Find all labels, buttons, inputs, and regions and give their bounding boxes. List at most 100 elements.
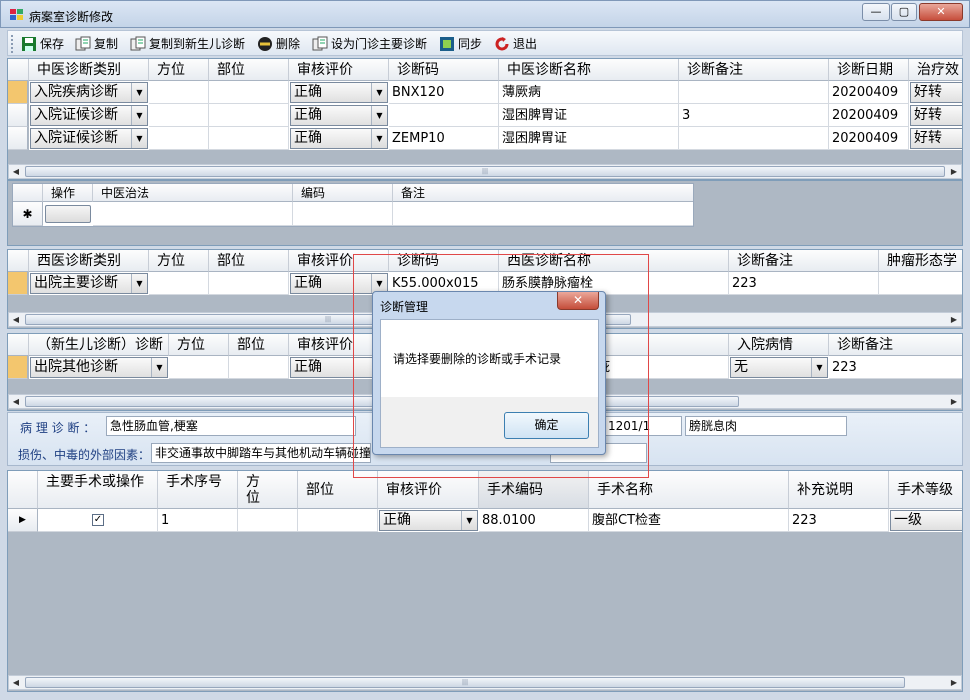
category-select[interactable]: 出院其他诊断 ▼	[30, 357, 168, 378]
chevron-down-icon[interactable]: ▼	[131, 129, 147, 148]
level-select[interactable]: 一级	[890, 510, 962, 531]
cell[interactable]: 20200409	[829, 104, 909, 127]
scroll-right-icon[interactable]: ▶	[947, 313, 961, 326]
chevron-down-icon[interactable]: ▼	[371, 106, 387, 125]
eval-select[interactable]: 正确 ▼	[290, 82, 388, 103]
row-header[interactable]	[8, 127, 28, 150]
cell[interactable]: 20200409	[829, 127, 909, 150]
col-header[interactable]: 方位	[238, 471, 298, 509]
col-header[interactable]: 中医治法	[93, 184, 293, 202]
row-header[interactable]	[8, 81, 28, 104]
col-header[interactable]: 治疗效	[909, 59, 962, 81]
col-header[interactable]: 部位	[209, 250, 289, 272]
cell[interactable]: 223	[829, 356, 962, 379]
delete-button[interactable]: 删除	[256, 34, 300, 54]
eval-select[interactable]: 正确 ▼	[290, 128, 388, 149]
scroll-right-icon[interactable]: ▶	[947, 676, 961, 689]
cell[interactable]: 88.0100	[479, 509, 589, 532]
toolbar-grip[interactable]	[11, 35, 14, 53]
effect-select[interactable]: 好转	[910, 128, 962, 149]
cell[interactable]	[679, 81, 829, 104]
dialog-close-button[interactable]: ✕	[557, 292, 599, 310]
col-header[interactable]: 操作	[43, 184, 93, 202]
col-header[interactable]: 部位	[209, 59, 289, 81]
cell[interactable]	[879, 272, 962, 295]
category-select[interactable]: 入院疾病诊断 ▼	[30, 82, 148, 103]
copy-to-newborn-button[interactable]: 复制到新生儿诊断	[129, 34, 245, 54]
row-header[interactable]	[8, 104, 28, 127]
col-header[interactable]: 中医诊断名称	[499, 59, 679, 81]
cell[interactable]	[209, 272, 289, 295]
cell[interactable]: 20200409	[829, 81, 909, 104]
chevron-down-icon[interactable]: ▼	[131, 106, 147, 125]
category-select[interactable]: 入院证候诊断 ▼	[30, 105, 148, 126]
scroll-right-icon[interactable]: ▶	[947, 395, 961, 408]
cell[interactable]: 腹部CT检查	[589, 509, 789, 532]
cell[interactable]	[238, 509, 298, 532]
col-header[interactable]: （新生儿诊断）诊断	[29, 334, 169, 356]
col-header[interactable]: 方位	[169, 334, 229, 356]
col-header[interactable]: 入院病情	[729, 334, 829, 356]
cell[interactable]	[93, 202, 293, 226]
col-header[interactable]: 诊断备注	[679, 59, 829, 81]
effect-select[interactable]: 好转	[910, 105, 962, 126]
scroll-left-icon[interactable]: ◀	[9, 165, 23, 178]
cell[interactable]	[393, 202, 693, 226]
col-header[interactable]: 审核评价	[289, 59, 389, 81]
col-header[interactable]: 手术等级	[889, 471, 962, 509]
cell[interactable]	[293, 202, 393, 226]
chevron-down-icon[interactable]: ▼	[131, 83, 147, 102]
col-header[interactable]: 手术序号	[158, 471, 238, 509]
ok-button[interactable]: 确定	[504, 412, 589, 439]
scroll-right-icon[interactable]: ▶	[947, 165, 961, 178]
col-header[interactable]: 西医诊断类别	[29, 250, 149, 272]
operation-button[interactable]	[45, 205, 91, 223]
scroll-thumb[interactable]: |||	[25, 166, 945, 177]
restore-button[interactable]: ▢	[891, 3, 917, 21]
cell[interactable]: 223	[789, 509, 889, 532]
cell[interactable]: 223	[729, 272, 879, 295]
cell[interactable]: BNX120	[389, 81, 499, 104]
row-header[interactable]	[8, 356, 28, 379]
col-header[interactable]: 诊断日期	[829, 59, 909, 81]
category-select[interactable]: 出院主要诊断 ▼	[30, 273, 148, 294]
col-header[interactable]: 诊断码	[389, 59, 499, 81]
copy-button[interactable]: 复制	[74, 34, 118, 54]
cell[interactable]	[149, 81, 209, 104]
scroll-left-icon[interactable]: ◀	[9, 676, 23, 689]
scroll-thumb[interactable]: |||	[25, 677, 905, 688]
cell[interactable]	[149, 104, 209, 127]
chevron-down-icon[interactable]: ▼	[811, 358, 827, 377]
cell[interactable]	[149, 272, 209, 295]
chevron-down-icon[interactable]: ▼	[151, 358, 167, 377]
pathology-input[interactable]: 急性肠血管,梗塞	[106, 416, 356, 436]
cell[interactable]	[209, 81, 289, 104]
horizontal-scrollbar[interactable]: ◀ ||| ▶	[8, 675, 962, 690]
eval-select[interactable]: 正确 ▼	[290, 105, 388, 126]
col-header[interactable]: 中医诊断类别	[29, 59, 149, 81]
scroll-left-icon[interactable]: ◀	[9, 395, 23, 408]
cell[interactable]	[679, 127, 829, 150]
cell[interactable]	[389, 104, 499, 127]
cell[interactable]	[209, 127, 289, 150]
col-header[interactable]: 方位	[149, 250, 209, 272]
col-header[interactable]: 补充说明	[789, 471, 889, 509]
cell[interactable]	[149, 127, 209, 150]
set-main-diagnosis-button[interactable]: 设为门诊主要诊断	[311, 34, 427, 54]
col-header[interactable]: 诊断备注	[829, 334, 962, 356]
eval-select[interactable]: 正确 ▼	[379, 510, 478, 531]
effect-select[interactable]: 好转	[910, 82, 962, 103]
cell[interactable]	[298, 509, 378, 532]
pathology-extra-input[interactable]: 膀胱息肉	[685, 416, 847, 436]
col-header[interactable]: 方位	[149, 59, 209, 81]
current-row-arrow-icon[interactable]: ▶	[8, 509, 38, 532]
cell[interactable]: 1	[158, 509, 238, 532]
col-header[interactable]: 肿瘤形态学	[879, 250, 962, 272]
admission-select[interactable]: 无 ▼	[730, 357, 828, 378]
chevron-down-icon[interactable]: ▼	[371, 83, 387, 102]
injury-input[interactable]: 非交通事故中脚踏车与其他机动车辆碰撞	[151, 443, 371, 463]
cell[interactable]	[169, 356, 229, 379]
cell[interactable]	[229, 356, 289, 379]
cell[interactable]: 薄厥病	[499, 81, 679, 104]
sync-button[interactable]: 同步	[438, 34, 482, 54]
